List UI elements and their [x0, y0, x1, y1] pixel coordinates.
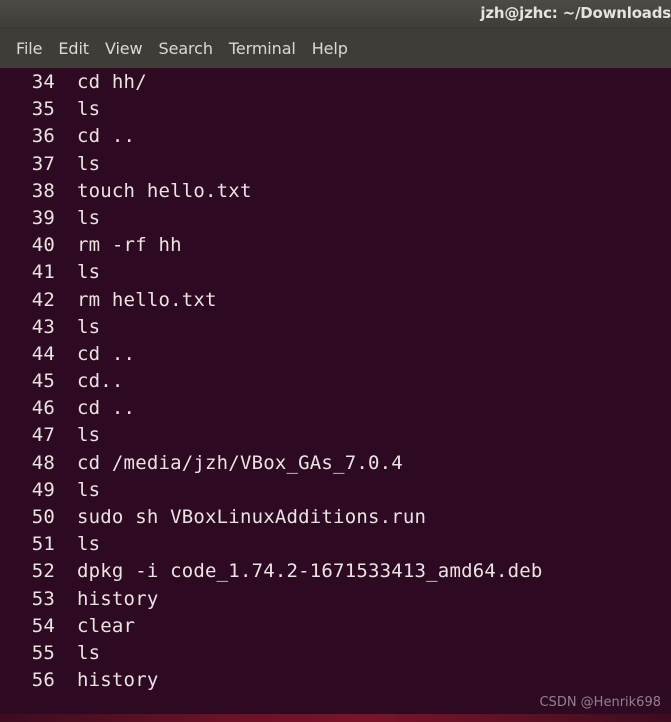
history-line-command: cd.. — [77, 370, 124, 393]
history-line-number: 51 — [31, 533, 55, 556]
history-line-command: touch hello.txt — [77, 179, 252, 202]
history-line-command: ls — [77, 315, 101, 338]
history-line-number: 38 — [31, 179, 55, 202]
history-line-command: cd .. — [77, 125, 136, 148]
history-line-command: rm -rf hh — [77, 234, 182, 257]
history-line: 34 cd hh/ — [0, 69, 671, 96]
history-line-number: 44 — [31, 342, 55, 365]
terminal-screen[interactable]: 34 cd hh/35 ls 36 cd .. 37 ls 38 touch hello.txt… — [0, 68, 671, 722]
history-line-command: ls — [77, 478, 101, 501]
history-line-command: cd hh/ — [77, 71, 147, 93]
history-line-command: ls — [77, 152, 101, 175]
history-line-number: 48 — [31, 451, 55, 474]
history-line-number: 45 — [31, 370, 55, 393]
menu-edit[interactable]: Edit — [50, 36, 97, 62]
history-line: 49 ls — [0, 477, 671, 504]
history-line: 37 ls — [0, 151, 671, 178]
history-line-number: 35 — [31, 98, 55, 121]
window-title: jzh@jzhc: ~/Downloads — [480, 4, 671, 22]
menu-file[interactable]: File — [8, 36, 50, 62]
history-line-command: dpkg -i code_1.74.2-1671533413_amd64.deb — [77, 560, 543, 583]
menu-view[interactable]: View — [97, 36, 151, 62]
history-line: 42 rm hello.txt — [0, 287, 671, 314]
history-line-command: sudo sh VBoxLinuxAdditions.run — [77, 506, 427, 528]
history-line: 35 ls — [0, 96, 671, 123]
history-line-command: rm hello.txt — [77, 288, 217, 311]
history-line: 50 sudo sh VBoxLinuxAdditions.run — [0, 504, 671, 531]
history-line-command: ls — [77, 533, 101, 556]
history-line-command: history — [77, 587, 159, 610]
history-line-number: 47 — [31, 424, 55, 447]
history-line-command: ls — [77, 424, 101, 447]
history-line: 47 ls — [0, 422, 671, 449]
history-line-number: 42 — [31, 288, 55, 311]
history-line: 40 rm -rf hh — [0, 232, 671, 259]
history-line-command: ls — [77, 641, 101, 664]
history-line: 44 cd .. — [0, 341, 671, 368]
history-line-number: 43 — [31, 315, 55, 338]
history-line: 43 ls — [0, 314, 671, 341]
history-line-number: 52 — [31, 560, 55, 583]
history-line-number: 39 — [31, 206, 55, 229]
bottom-strip — [0, 714, 671, 722]
history-line-number: 37 — [31, 152, 55, 175]
history-line-command: cd .. — [77, 397, 136, 420]
menu-search[interactable]: Search — [151, 36, 221, 62]
history-line: 36 cd .. — [0, 123, 671, 150]
history-line-number: 40 — [31, 234, 55, 257]
history-line-command: ls — [77, 206, 101, 229]
menu-help[interactable]: Help — [304, 36, 356, 62]
history-line: 55 ls — [0, 640, 671, 667]
history-line-command: ls — [77, 261, 101, 284]
history-line-number: 50 — [31, 506, 55, 528]
history-line-number: 54 — [31, 614, 55, 637]
history-line-number: 36 — [31, 125, 55, 148]
history-line-command: clear — [77, 614, 136, 637]
history-line: 45 cd.. — [0, 368, 671, 395]
history-line: 52 dpkg -i code_1.74.2-1671533413_amd64.d… — [0, 558, 671, 585]
command-history-list: 34 cd hh/35 ls 36 cd .. 37 ls 38 touch hello.txt… — [0, 69, 671, 694]
history-line: 38 touch hello.txt — [0, 178, 671, 205]
history-line-number: 46 — [31, 397, 55, 420]
history-line: 54 clear — [0, 613, 671, 640]
watermark-label: CSDN @Henrik698 — [539, 695, 661, 710]
menu-terminal[interactable]: Terminal — [221, 36, 304, 62]
history-line: 41 ls — [0, 259, 671, 286]
history-line: 53 history — [0, 586, 671, 613]
history-line-number: 34 — [31, 71, 55, 93]
titlebar: jzh@jzhc: ~/Downloads — [0, 0, 671, 29]
history-line-command: cd /media/jzh/VBox_GAs_7.0.4 — [77, 451, 403, 474]
history-line: 51 ls — [0, 531, 671, 558]
history-line-number: 53 — [31, 587, 55, 610]
history-line-number: 41 — [31, 261, 55, 284]
history-line: 48 cd /media/jzh/VBox_GAs_7.0.4 — [0, 450, 671, 477]
history-line-command: cd .. — [77, 342, 136, 365]
history-line-number: 49 — [31, 478, 55, 501]
history-line-command: ls — [77, 98, 101, 121]
menubar: File Edit View Search Terminal Help — [0, 29, 671, 68]
history-line: 46 cd .. — [0, 395, 671, 422]
terminal-window: jzh@jzhc: ~/Downloads File Edit View Search… — [0, 0, 671, 722]
history-line-number: 55 — [31, 641, 55, 664]
history-line: 39 ls — [0, 205, 671, 232]
